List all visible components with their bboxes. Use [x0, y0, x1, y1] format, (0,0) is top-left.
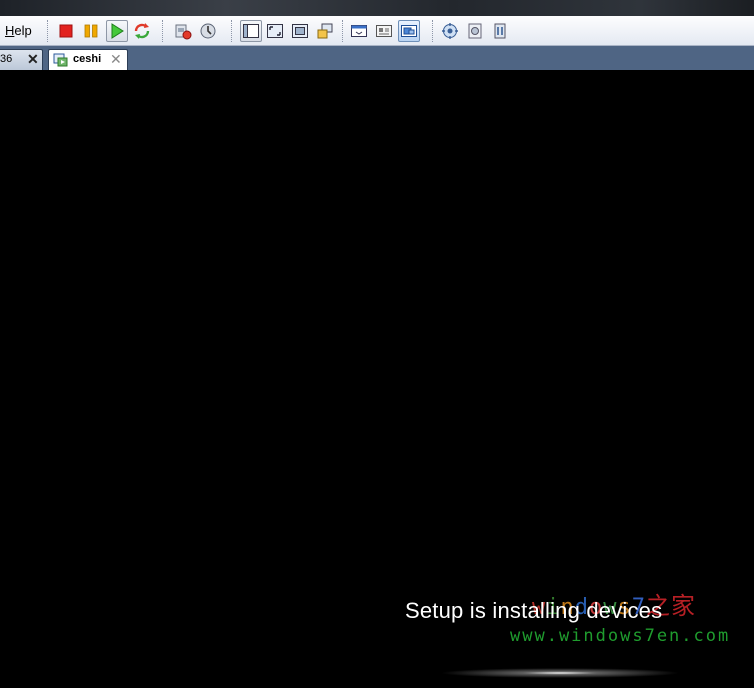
settings-button[interactable]	[464, 20, 486, 42]
power-on-button[interactable]	[106, 20, 128, 42]
console-view-button[interactable]	[348, 20, 370, 42]
quick-switch-button[interactable]	[240, 20, 262, 42]
snapshot-manager-icon	[200, 23, 216, 39]
tab-ceshi[interactable]: ceshi ✕	[48, 49, 128, 70]
vm-icon	[53, 53, 68, 67]
thumbnail-view-icon	[401, 25, 417, 37]
snapshot-manager-button[interactable]	[197, 20, 219, 42]
thumbnail-view-button[interactable]	[398, 20, 420, 42]
full-screen-icon	[292, 24, 308, 38]
toolbar-separator	[231, 20, 232, 42]
watermark-url: www.windows7en.com	[510, 626, 731, 646]
unity-button[interactable]	[314, 20, 336, 42]
fit-window-button[interactable]	[264, 20, 286, 42]
reset-icon	[134, 23, 150, 39]
tab-label: ceshi	[73, 53, 102, 65]
vm-console-screen[interactable]: windows7之家 Setup is installing devices w…	[0, 70, 754, 688]
progress-glow	[440, 668, 680, 678]
toolbar-separator	[162, 20, 163, 42]
suspend-icon	[84, 24, 98, 38]
toolbar: Help	[0, 16, 754, 46]
menu-help[interactable]: Help	[5, 23, 32, 38]
tools-button[interactable]	[489, 20, 511, 42]
preferences-icon	[442, 23, 458, 39]
snapshot-revert-button[interactable]	[172, 20, 194, 42]
suspend-button[interactable]	[80, 20, 102, 42]
full-screen-button[interactable]	[289, 20, 311, 42]
fit-window-icon	[267, 24, 283, 38]
toolbar-separator	[47, 20, 48, 42]
tab-close-button[interactable]: ✕	[110, 51, 122, 67]
tab-close-button[interactable]: ✕	[27, 51, 39, 67]
power-off-button[interactable]	[55, 20, 77, 42]
summary-view-button[interactable]	[373, 20, 395, 42]
reset-button[interactable]	[131, 20, 153, 42]
power-on-icon	[111, 23, 124, 39]
tab-label: 36	[0, 53, 13, 65]
window-top-strip	[0, 0, 754, 16]
power-off-icon	[59, 24, 73, 38]
summary-view-icon	[376, 25, 392, 37]
settings-icon	[468, 23, 482, 39]
setup-status-text: Setup is installing devices	[405, 598, 663, 623]
preferences-button[interactable]	[439, 20, 461, 42]
quick-switch-icon	[243, 24, 259, 38]
console-view-icon	[351, 25, 367, 37]
toolbar-separator	[432, 20, 433, 42]
tools-icon	[494, 23, 506, 39]
tab-bar: 36 ✕ ceshi ✕	[0, 46, 754, 70]
tab-vm-36[interactable]: 36 ✕	[0, 49, 43, 70]
toolbar-separator	[342, 20, 343, 42]
snapshot-revert-icon	[175, 24, 192, 40]
unity-icon	[317, 23, 333, 39]
